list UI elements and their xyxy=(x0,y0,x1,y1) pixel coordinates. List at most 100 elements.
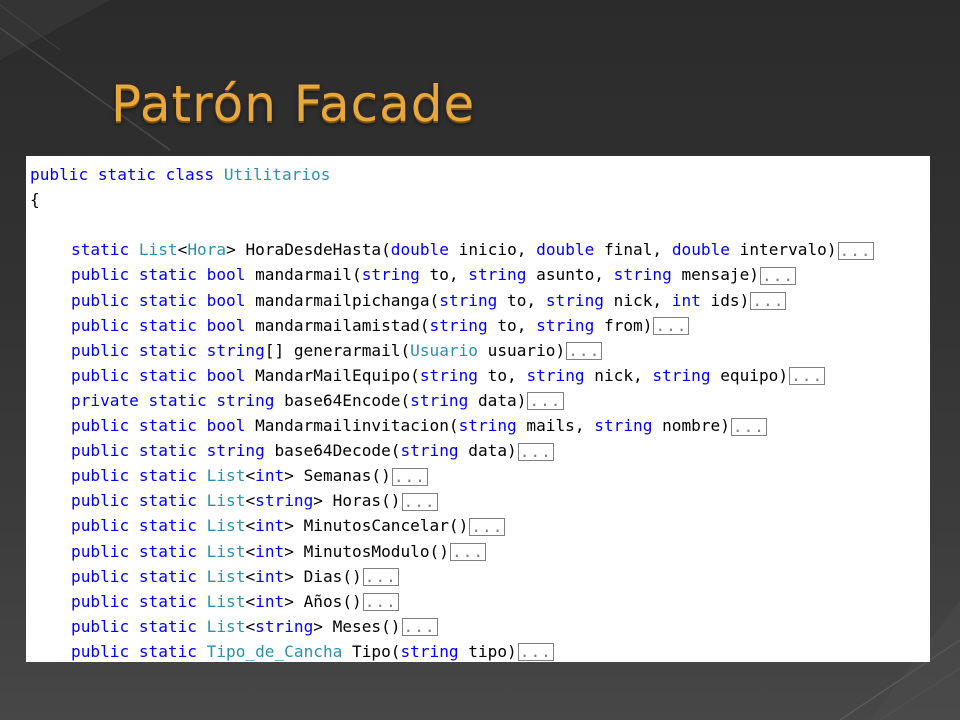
code-token: tipo) xyxy=(458,641,517,661)
keyword-token: string xyxy=(429,315,488,335)
code-token: base64Decode( xyxy=(264,441,401,461)
code-token: < xyxy=(245,541,256,561)
collapsed-region-marker[interactable]: ... xyxy=(566,342,603,361)
collapsed-region-marker[interactable]: ... xyxy=(750,292,787,310)
type-token: List xyxy=(206,516,246,536)
code-token: > Dias() xyxy=(284,566,362,586)
code-token: Mandarmailinvitacion( xyxy=(245,416,459,435)
keyword-token: public static xyxy=(71,641,197,661)
code-line: private static string base64Encode(strin… xyxy=(71,389,564,413)
code-token: > Años() xyxy=(284,591,362,611)
code-line: static List<Hora> HoraDesdeHasta(double … xyxy=(71,238,874,262)
collapsed-region-marker[interactable]: ... xyxy=(362,593,399,612)
keyword-token: string xyxy=(526,365,585,385)
type-token: List xyxy=(206,616,246,636)
collapsed-region-marker[interactable]: ... xyxy=(789,367,826,386)
code-line: public static Tipo_de_Cancha Tipo(string… xyxy=(71,640,554,662)
collapsed-region-marker[interactable]: ... xyxy=(837,241,874,260)
slide-title: Patrón Facade xyxy=(111,75,476,133)
code-token: inicio, xyxy=(448,240,537,260)
keyword-token: int xyxy=(255,466,285,486)
code-token: < xyxy=(245,491,256,511)
code-line: { xyxy=(30,188,40,212)
keyword-token: double xyxy=(671,240,730,260)
code-token: usuario) xyxy=(477,340,566,360)
code-token: < xyxy=(245,616,256,636)
keyword-token: public static bool xyxy=(71,365,246,385)
collapsed-region-marker[interactable]: ... xyxy=(730,417,767,436)
code-token: base64Encode( xyxy=(274,390,411,410)
code-token: < xyxy=(177,240,188,260)
code-line: public static List<int> MinutosModulo().… xyxy=(71,540,487,564)
code-token: from) xyxy=(594,315,653,335)
keyword-token: string xyxy=(419,365,478,385)
keyword-token: int xyxy=(255,516,285,536)
keyword-token: string xyxy=(652,365,711,385)
keyword-token: string xyxy=(594,416,653,435)
code-token: data) xyxy=(458,441,517,461)
collapsed-region-marker[interactable]: ... xyxy=(469,517,506,536)
collapsed-region-marker[interactable]: ... xyxy=(401,618,438,637)
code-token: < xyxy=(245,591,256,611)
code-line: public static List<string> Horas()... xyxy=(71,489,438,513)
collapsed-region-marker[interactable]: ... xyxy=(401,492,438,511)
keyword-token: public static bool xyxy=(71,290,246,310)
collapsed-region-marker[interactable]: ... xyxy=(760,266,797,285)
code-token: ids) xyxy=(700,290,750,310)
code-line: public static List<int> MinutosCancelar(… xyxy=(71,514,506,538)
code-screenshot-panel: public static class Utilitarios { static L… xyxy=(26,156,930,662)
collapsed-region-marker[interactable]: ... xyxy=(449,543,487,561)
keyword-token: string xyxy=(613,265,672,285)
keyword-token: public static xyxy=(71,616,197,636)
keyword-token: string xyxy=(400,641,459,661)
code-line: public static class Utilitarios xyxy=(30,163,330,187)
keyword-token: double xyxy=(390,240,449,260)
code-token: to, xyxy=(419,265,469,285)
code-line: public static List<int> Semanas()... xyxy=(71,464,428,488)
collapsed-region-marker[interactable]: ... xyxy=(362,568,399,587)
code-line: public static string[] generarmail(Usuar… xyxy=(71,339,603,363)
type-token: Hora xyxy=(187,240,227,260)
code-line: public static bool mandarmailamistad(str… xyxy=(71,314,690,338)
collapsed-region-marker[interactable]: ... xyxy=(527,392,564,411)
collapsed-region-marker[interactable]: ... xyxy=(653,317,690,336)
code-token: mails, xyxy=(516,416,595,435)
code-token: equipo) xyxy=(710,365,789,385)
code-token: data) xyxy=(468,390,527,410)
code-line: public static bool Mandarmailinvitacion(… xyxy=(71,414,767,438)
code-token: nick, xyxy=(584,365,653,385)
code-token: final, xyxy=(594,240,672,260)
code-token: mensaje) xyxy=(671,265,760,285)
keyword-token: string xyxy=(545,290,604,310)
collapsed-region-marker[interactable]: ... xyxy=(517,442,554,461)
code-token: mandarmailpichanga( xyxy=(245,290,440,310)
type-token: Tipo_de_Cancha xyxy=(206,641,343,661)
code-token: < xyxy=(245,516,256,536)
code-line: public static List<int> Dias()... xyxy=(71,565,399,589)
keyword-token: string xyxy=(468,265,527,285)
collapsed-region-marker[interactable]: ... xyxy=(391,467,428,486)
code-token: < xyxy=(245,466,256,486)
collapsed-region-marker[interactable]: ... xyxy=(517,643,554,662)
code-token: to, xyxy=(497,290,546,310)
keyword-token: int xyxy=(255,591,285,611)
code-token: Tipo( xyxy=(342,641,401,661)
code-token: asunto, xyxy=(526,265,614,285)
code-line: public static List<int> Años()... xyxy=(71,590,399,614)
keyword-token: string xyxy=(439,290,498,310)
code-token: > Horas() xyxy=(313,491,401,511)
keyword-token: string xyxy=(400,441,459,461)
keyword-token: public static bool xyxy=(71,315,246,335)
keyword-token: string xyxy=(255,491,314,511)
keyword-token: string xyxy=(410,390,469,410)
keyword-token: public static bool xyxy=(71,265,246,285)
keyword-token: string xyxy=(458,416,517,435)
code-line: public static bool mandarmail(string to,… xyxy=(71,263,797,287)
